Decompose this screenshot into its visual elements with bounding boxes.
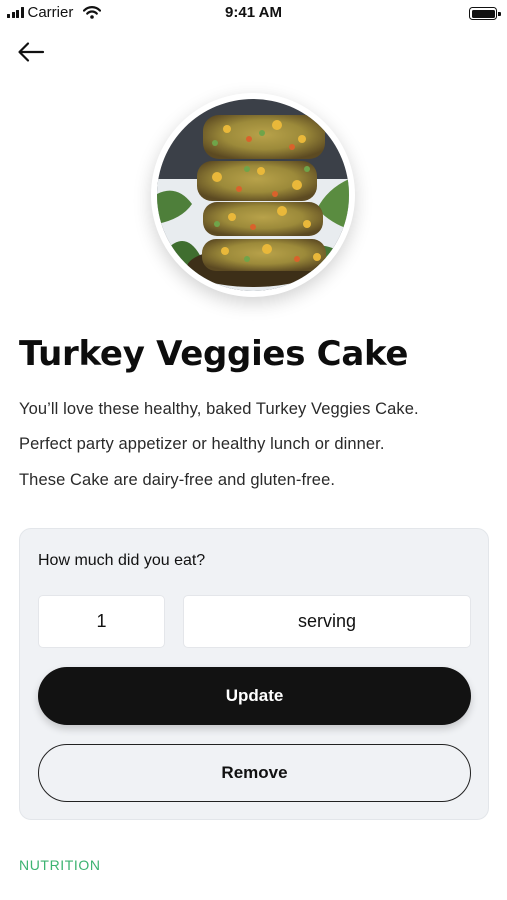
status-bar: Carrier 9:41 AM xyxy=(0,0,507,26)
recipe-description-line: Perfect party appetizer or healthy lunch… xyxy=(19,435,385,453)
portion-card: How much did you eat? 1 serving Update R… xyxy=(19,528,489,820)
nutrition-section-label: NUTRITION xyxy=(19,857,101,873)
recipe-title: Turkey Veggies Cake xyxy=(19,334,409,374)
back-button[interactable] xyxy=(16,38,48,66)
recipe-image xyxy=(151,93,355,297)
quantity-input[interactable]: 1 xyxy=(38,595,165,648)
portion-question: How much did you eat? xyxy=(38,552,206,569)
update-button[interactable]: Update xyxy=(38,667,471,725)
veggie-cake-photo xyxy=(157,99,349,291)
battery-icon xyxy=(469,7,501,20)
recipe-description-line: These Cake are dairy-free and gluten-fre… xyxy=(19,471,336,489)
arrow-left-icon xyxy=(18,42,45,62)
status-time: 9:41 AM xyxy=(225,4,282,21)
remove-button[interactable]: Remove xyxy=(38,744,471,802)
recipe-description-line: You’ll love these healthy, baked Turkey … xyxy=(19,400,419,418)
unit-select[interactable]: serving xyxy=(183,595,471,648)
